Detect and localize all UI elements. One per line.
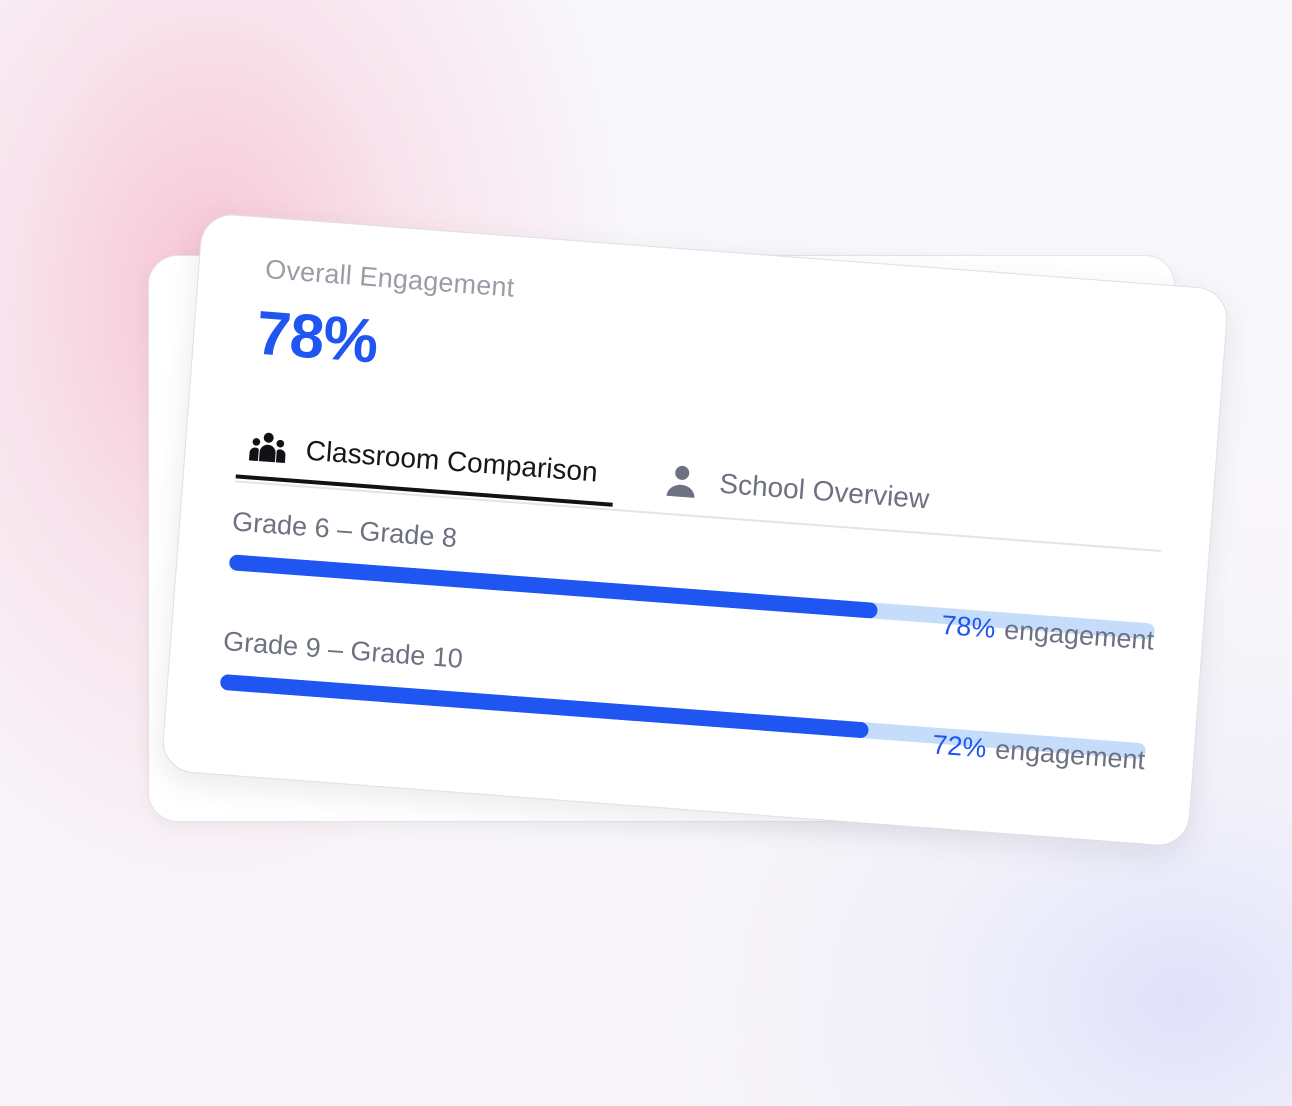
engagement-percent: 72% [931, 729, 988, 764]
tab-school-overview[interactable]: School Overview [659, 448, 931, 530]
engagement-percent: 78% [940, 609, 997, 644]
engagement-bar-fill [219, 673, 869, 739]
engagement-bar-fill [228, 554, 878, 619]
grade-label: Grade 6 – Grade 8 [231, 506, 458, 554]
overall-engagement-label: Overall Engagement [264, 254, 516, 303]
engagement-card: Overall Engagement 78% Classroom Compari… [160, 212, 1230, 848]
engagement-stat: 78% engagement [940, 610, 1155, 657]
tab-classroom-comparison-label: Classroom Comparison [304, 434, 599, 488]
overall-engagement-value: 78% [253, 298, 380, 377]
grade-label: Grade 9 – Grade 10 [222, 625, 464, 674]
tab-classroom-comparison[interactable]: Classroom Comparison [235, 416, 618, 507]
tab-school-overview-label: School Overview [718, 467, 931, 515]
engagement-stat: 72% engagement [931, 729, 1146, 776]
person-icon [660, 461, 703, 500]
group-icon [247, 428, 290, 467]
engagement-suffix: engagement [994, 734, 1147, 776]
engagement-suffix: engagement [1003, 614, 1156, 656]
